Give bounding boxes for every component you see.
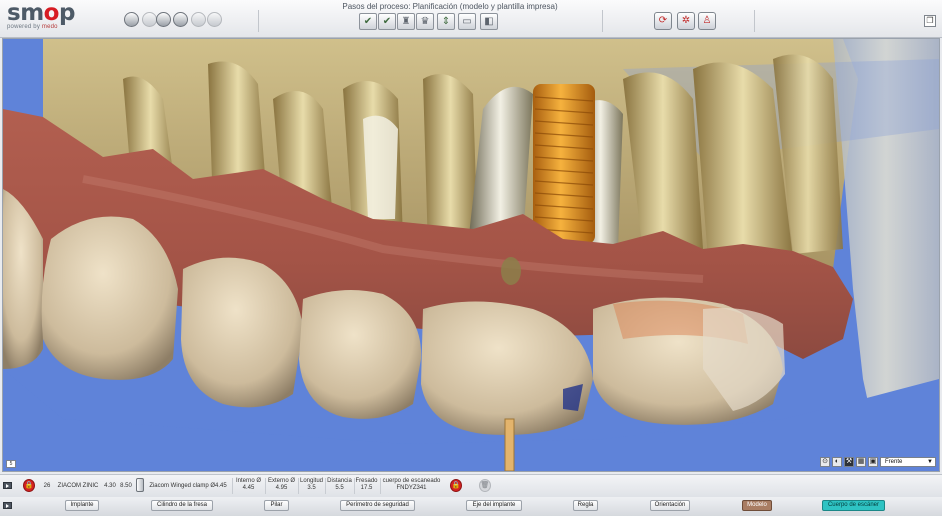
- implant-length: 8.50: [120, 483, 132, 489]
- dental-model-render: [3, 39, 939, 471]
- undo-icon[interactable]: [191, 12, 206, 27]
- logo-vendor: medo: [41, 24, 58, 30]
- tooth-icon[interactable]: ♜: [397, 13, 415, 30]
- person-view-icon[interactable]: ♙: [698, 12, 716, 30]
- lock-icon[interactable]: 🔒: [450, 479, 462, 492]
- axis-marker-icon: 5: [6, 460, 16, 468]
- tools-icon[interactable]: ⚒: [844, 456, 854, 467]
- distancia-field: Distancia 5.5: [325, 478, 353, 494]
- implant-position: 26: [43, 483, 51, 489]
- layer-icon[interactable]: ▣: [868, 456, 878, 467]
- monitor-icon[interactable]: [124, 12, 139, 27]
- logo-wordmark-end: p: [58, 0, 75, 26]
- implant-icon[interactable]: ⇕: [437, 13, 455, 30]
- scan-body-code-value: FNDYZ341: [396, 485, 427, 491]
- toolbar-separator: [258, 10, 259, 32]
- scan-body-name: Ziacom Winged clamp Ø4.45: [149, 483, 227, 489]
- binoculars-icon[interactable]: [156, 12, 171, 27]
- cuerpo-escaner-button[interactable]: Cuerpo de escáner: [822, 500, 885, 511]
- trash-icon[interactable]: 🗑: [479, 479, 491, 492]
- longitud-value: 3.5: [307, 485, 316, 491]
- rotate-view-icon[interactable]: ⟳: [654, 12, 672, 30]
- external-diameter-field: Externo Ø 4.95: [265, 478, 297, 494]
- collapse-toggle-icon[interactable]: [3, 482, 12, 489]
- internal-diameter-value: 4.45: [242, 485, 255, 491]
- implant-brand: ZIACOM ZINIC: [57, 483, 99, 489]
- eje-implante-button[interactable]: Eje del implante: [466, 500, 522, 511]
- external-diameter-value: 4.95: [275, 485, 288, 491]
- grid-icon[interactable]: ▦: [856, 456, 866, 467]
- lock-icon[interactable]: 🔒: [23, 479, 35, 492]
- implante-button[interactable]: Implante: [65, 500, 99, 511]
- modelo-button[interactable]: Modelo: [742, 500, 772, 511]
- bottom-toolbar: Implante Cilindro de la fresa Pilar Perí…: [0, 497, 942, 516]
- app-logo: smop powered by medo: [7, 1, 75, 30]
- view-controls: ⊙ ◐ ⚒ ▦ ▣ Frente ▼: [820, 456, 936, 467]
- window-restore-icon[interactable]: ❐: [924, 15, 936, 27]
- sleeve-icon[interactable]: ◧: [480, 13, 498, 30]
- logo-powered-by: powered by: [7, 24, 41, 30]
- scan-body-icon: [136, 478, 144, 492]
- toolbar-separator: [754, 10, 755, 32]
- external-diameter-label: Externo Ø: [267, 478, 295, 484]
- info-icon[interactable]: ⊙: [820, 456, 830, 467]
- camera-icon[interactable]: [173, 12, 188, 27]
- toolbar-separator: [602, 10, 603, 32]
- 3d-viewport[interactable]: 5 ⊙ ◐ ⚒ ▦ ▣ Frente ▼: [2, 38, 940, 472]
- fresado-field: Fresado 17.5: [354, 478, 378, 494]
- scan-body-code-field: cuerpo de escaneado FNDYZ341: [380, 478, 442, 494]
- fresado-label: Fresado: [355, 478, 378, 484]
- scan-check-icon[interactable]: ✔: [378, 13, 396, 30]
- logo-wordmark-start: sm: [7, 0, 44, 26]
- orientation-select[interactable]: Frente ▼: [880, 456, 936, 467]
- redo-icon[interactable]: [207, 12, 222, 27]
- collapse-toggle-icon[interactable]: [3, 502, 12, 509]
- fresado-value: 17.5: [360, 485, 373, 491]
- implant-diameter: 4.30: [104, 483, 116, 489]
- info-icon[interactable]: [142, 12, 157, 27]
- distancia-value: 5.5: [335, 485, 344, 491]
- implant-info-bar: 🔒 26 ZIACOM ZINIC 4.30 8.50 Ziacom Winge…: [0, 474, 942, 498]
- longitud-field: Longitud 3.5: [298, 478, 324, 494]
- perimetro-seguridad-button[interactable]: Perímetro de seguridad: [340, 500, 415, 511]
- section-icon[interactable]: ◐: [832, 456, 842, 467]
- orientacion-button[interactable]: Orientación: [650, 500, 690, 511]
- pilar-button[interactable]: Pilar: [264, 500, 289, 511]
- model-check-icon[interactable]: ✔: [359, 13, 377, 30]
- chevron-down-icon: ▼: [927, 458, 933, 465]
- scan-body-code-label: cuerpo de escaneado: [382, 478, 441, 484]
- regla-button[interactable]: Regla: [573, 500, 598, 511]
- cilindro-fresa-button[interactable]: Cilindro de la fresa: [151, 500, 213, 511]
- guide-icon[interactable]: ▭: [458, 13, 476, 30]
- logo-wordmark-o: o: [43, 0, 60, 26]
- top-toolbar: smop powered by medo Pasos del proceso: …: [0, 0, 942, 38]
- internal-diameter-field: Interno Ø 4.45: [232, 478, 264, 494]
- target-icon[interactable]: ✲: [677, 12, 695, 30]
- distancia-label: Distancia: [327, 478, 352, 484]
- orientation-select-value: Frente: [885, 458, 903, 465]
- longitud-label: Longitud: [299, 478, 324, 484]
- crown-icon[interactable]: ♛: [416, 13, 434, 30]
- internal-diameter-label: Interno Ø: [235, 478, 261, 484]
- process-steps-title: Pasos del proceso: Planificación (modelo…: [342, 2, 558, 11]
